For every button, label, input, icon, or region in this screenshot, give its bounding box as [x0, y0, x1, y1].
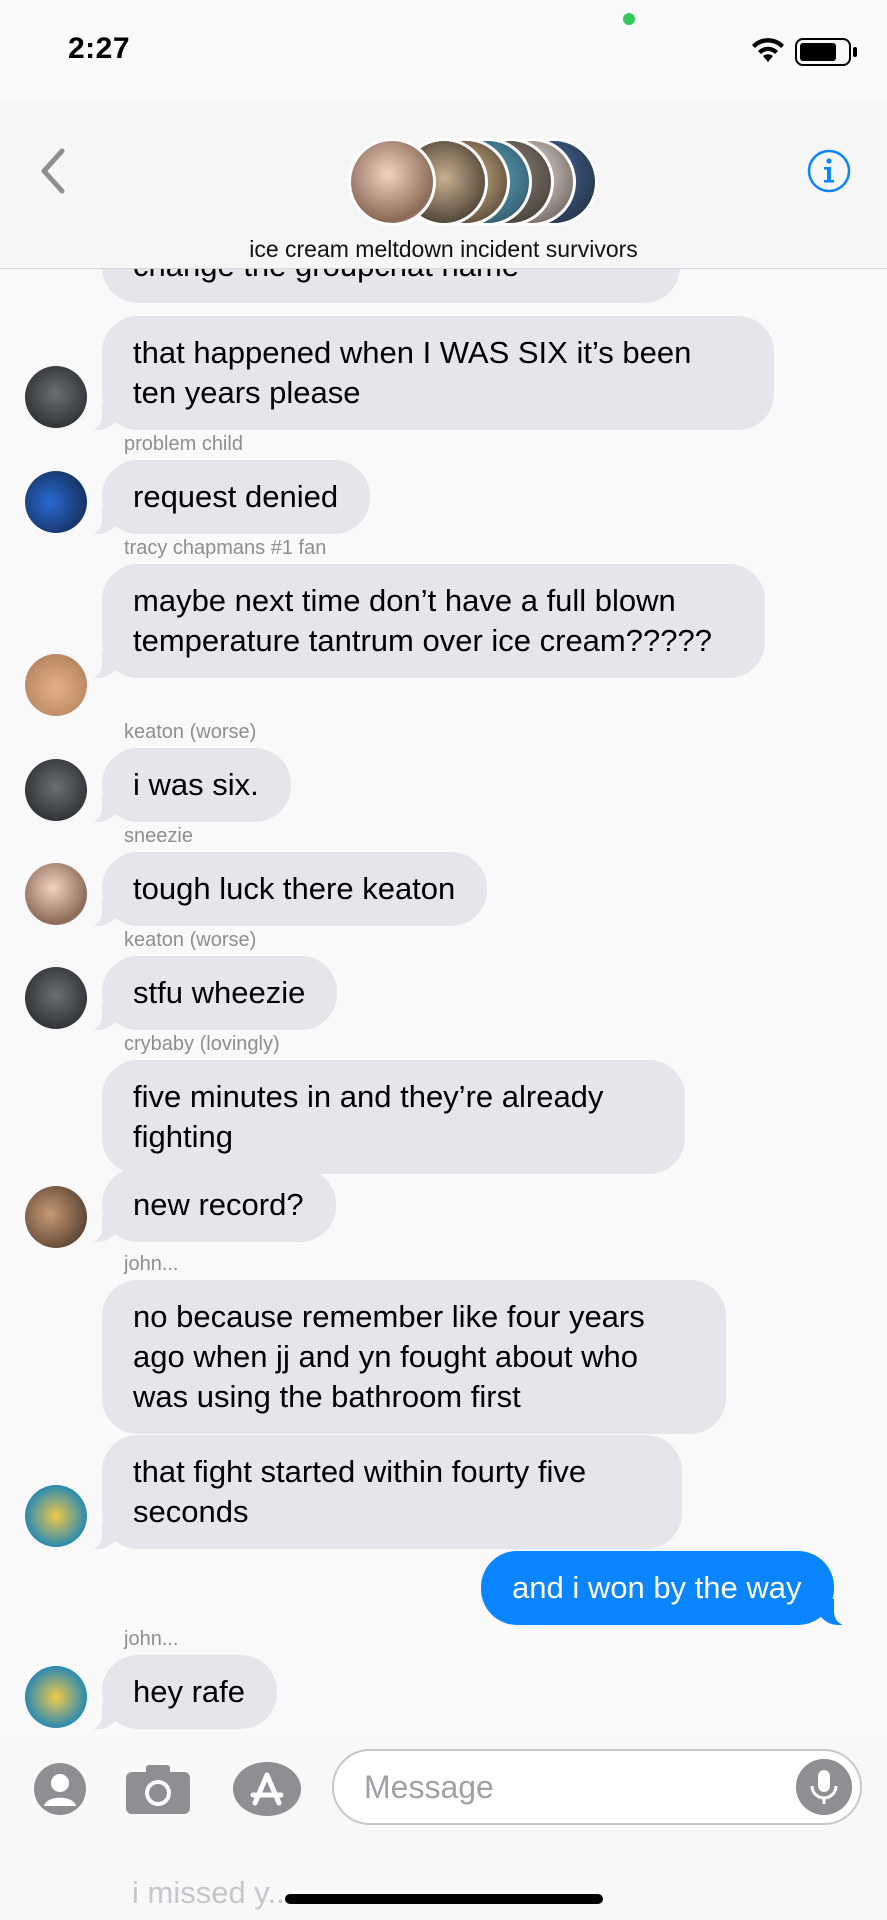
compose-bar: Message i missed y...	[0, 1735, 887, 1920]
message-bubble[interactable]: stfu wheezie	[81, 956, 338, 1031]
message-input[interactable]: Message	[332, 1749, 862, 1825]
info-icon[interactable]	[806, 148, 852, 194]
group-avatar-stack[interactable]	[348, 138, 618, 226]
status-bar: 2:27	[0, 0, 887, 100]
sender-name: tracy chapmans #1 fan	[124, 537, 327, 559]
sender-name: keaton (worse)	[124, 721, 257, 743]
sender-avatar[interactable]	[25, 654, 87, 716]
message-text: maybe next time don’t have a full blown …	[133, 583, 712, 658]
microphone-icon[interactable]	[796, 1759, 852, 1815]
outgoing-message-bubble[interactable]: and i won by the way	[481, 1551, 854, 1626]
contact-icon[interactable]	[33, 1762, 87, 1816]
sender-avatar[interactable]	[25, 1666, 87, 1728]
message-text: that happened when I WAS SIX it’s been t…	[133, 335, 692, 410]
message-text: and i won by the way	[512, 1570, 802, 1605]
message-text: change the groupchat name	[133, 269, 519, 283]
sender-name: john...	[124, 1628, 179, 1650]
sender-avatar[interactable]	[25, 759, 87, 821]
message-list[interactable]: change the groupchat name that happened …	[0, 269, 887, 1749]
battery-icon	[795, 38, 857, 66]
obscured-message-text: i missed y...	[132, 1875, 294, 1910]
message-bubble[interactable]: hey rafe	[81, 1655, 278, 1730]
sender-name: john...	[124, 1253, 179, 1275]
back-chevron-icon[interactable]	[38, 148, 68, 194]
sender-name: keaton (worse)	[124, 929, 257, 951]
message-text: tough luck there keaton	[133, 871, 456, 906]
message-text: i was six.	[133, 767, 259, 802]
message-bubble[interactable]: request denied	[81, 460, 371, 535]
sender-avatar[interactable]	[25, 471, 87, 533]
message-bubble[interactable]: maybe next time don’t have a full blown …	[82, 564, 765, 679]
message-text: request denied	[133, 479, 339, 514]
message-placeholder: Message	[364, 1769, 494, 1805]
sender-avatar[interactable]	[25, 1186, 87, 1248]
message-bubble[interactable]: that happened when I WAS SIX it’s been t…	[82, 316, 774, 431]
message-text: hey rafe	[133, 1674, 246, 1709]
conversation-header: ice cream meltdown incident survivors	[0, 100, 887, 269]
message-text: no because remember like four years ago …	[133, 1299, 645, 1414]
message-bubble[interactable]: no because remember like four years ago …	[102, 1280, 726, 1434]
message-bubble[interactable]: that fight started within fourty five se…	[82, 1435, 682, 1550]
message-bubble[interactable]: tough luck there keaton	[81, 852, 488, 927]
camera-icon[interactable]	[124, 1762, 192, 1816]
message-text: stfu wheezie	[133, 975, 306, 1010]
sender-avatar[interactable]	[25, 1485, 87, 1547]
sender-avatar[interactable]	[25, 366, 87, 428]
message-bubble[interactable]: i was six.	[82, 748, 291, 823]
home-indicator[interactable]	[285, 1894, 603, 1904]
sender-name: crybaby (lovingly)	[124, 1033, 280, 1055]
app-store-icon[interactable]	[231, 1759, 303, 1819]
sender-avatar[interactable]	[25, 967, 87, 1029]
sender-name: problem child	[124, 433, 243, 455]
camera-in-use-dot	[623, 13, 635, 25]
message-text: that fight started within fourty five se…	[133, 1454, 587, 1529]
message-text: new record?	[133, 1187, 304, 1222]
status-time: 2:27	[68, 32, 131, 65]
group-name[interactable]: ice cream meltdown incident survivors	[0, 236, 887, 263]
message-text: five minutes in and they’re already figh…	[133, 1079, 604, 1154]
group-member-avatar	[348, 138, 436, 226]
message-bubble[interactable]: five minutes in and they’re already figh…	[102, 1060, 685, 1174]
message-bubble[interactable]: new record?	[82, 1168, 336, 1243]
sender-name: sneezie	[124, 825, 193, 847]
message-bubble[interactable]: change the groupchat name	[102, 269, 680, 303]
sender-avatar[interactable]	[25, 863, 87, 925]
wifi-icon	[752, 38, 784, 62]
